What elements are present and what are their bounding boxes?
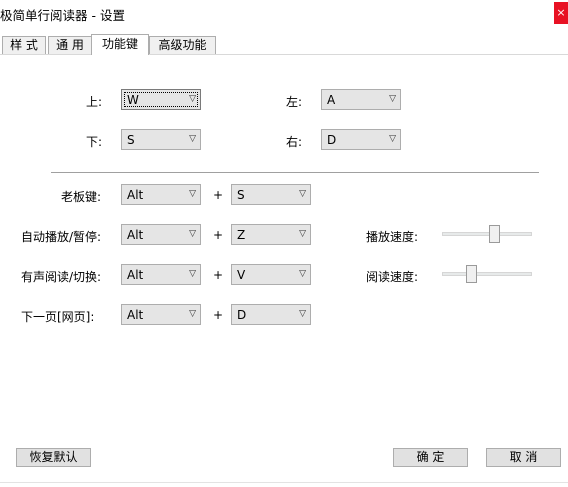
- voice-read-key-select[interactable]: V ▽: [231, 264, 311, 285]
- left-key-value: A: [327, 93, 336, 107]
- voice-read-modifier-select[interactable]: Alt ▽: [121, 264, 201, 285]
- slider-thumb[interactable]: [466, 265, 477, 283]
- up-key-select[interactable]: W ▽: [121, 89, 201, 110]
- auto-play-key-select[interactable]: Z ▽: [231, 224, 311, 245]
- down-label: 下:: [86, 135, 103, 149]
- modifier-value: Alt: [127, 188, 144, 202]
- modifier-value: Alt: [127, 228, 144, 242]
- restore-default-button[interactable]: 恢复默认: [16, 448, 91, 467]
- play-speed-slider[interactable]: [442, 224, 532, 244]
- modifier-value: Alt: [127, 308, 144, 322]
- plus-sign: +: [213, 188, 224, 202]
- tab-hotkeys[interactable]: 功能键: [91, 34, 149, 55]
- plus-sign: +: [213, 228, 224, 242]
- chevron-down-icon: ▽: [189, 229, 196, 239]
- auto-play-modifier-select[interactable]: Alt ▽: [121, 224, 201, 245]
- tab-advanced[interactable]: 高级功能: [149, 36, 216, 55]
- down-key-select[interactable]: S ▽: [121, 129, 201, 150]
- boss-key-modifier-select[interactable]: Alt ▽: [121, 184, 201, 205]
- tab-panel-border: [0, 54, 568, 55]
- plus-sign: +: [213, 308, 224, 322]
- boss-key-key-select[interactable]: S ▽: [231, 184, 311, 205]
- tab-general[interactable]: 通 用: [48, 36, 92, 55]
- key-value: D: [237, 308, 247, 322]
- slider-track: [442, 232, 532, 236]
- key-value: Z: [237, 228, 246, 242]
- chevron-down-icon: ▽: [189, 189, 196, 199]
- chevron-down-icon: ▽: [189, 269, 196, 279]
- key-value: S: [237, 188, 245, 202]
- title-bar: 极简单行阅读器 - 设置 ×: [0, 0, 568, 26]
- next-page-label: 下一页[网页]:: [21, 310, 95, 324]
- chevron-down-icon: ▽: [299, 269, 306, 279]
- cancel-button[interactable]: 取 消: [486, 448, 561, 467]
- modifier-value: Alt: [127, 268, 144, 282]
- play-speed-label: 播放速度:: [366, 230, 419, 244]
- boss-key-label: 老板键:: [61, 190, 102, 204]
- tab-strip: 样 式 通 用 功能键 高级功能: [0, 34, 568, 55]
- chevron-down-icon: ▽: [189, 134, 196, 144]
- chevron-down-icon: ▽: [389, 134, 396, 144]
- chevron-down-icon: ▽: [389, 94, 396, 104]
- next-page-modifier-select[interactable]: Alt ▽: [121, 304, 201, 325]
- ok-button[interactable]: 确 定: [393, 448, 468, 467]
- left-label: 左:: [286, 95, 303, 109]
- section-divider: [51, 172, 539, 173]
- plus-sign: +: [213, 268, 224, 282]
- right-label: 右:: [286, 135, 303, 149]
- window-title: 极简单行阅读器 - 设置: [0, 8, 125, 23]
- right-key-value: D: [327, 133, 337, 147]
- chevron-down-icon: ▽: [299, 229, 306, 239]
- voice-read-label: 有声阅读/切换:: [21, 270, 102, 284]
- tab-style[interactable]: 样 式: [2, 36, 46, 55]
- right-key-select[interactable]: D ▽: [321, 129, 401, 150]
- next-page-key-select[interactable]: D ▽: [231, 304, 311, 325]
- auto-play-label: 自动播放/暂停:: [21, 230, 102, 244]
- chevron-down-icon: ▽: [299, 309, 306, 319]
- window-bottom-edge: [0, 482, 568, 483]
- close-icon[interactable]: ×: [554, 2, 568, 24]
- up-label: 上:: [86, 95, 103, 109]
- left-key-select[interactable]: A ▽: [321, 89, 401, 110]
- key-value: V: [237, 268, 246, 282]
- down-key-value: S: [127, 133, 135, 147]
- read-speed-label: 阅读速度:: [366, 270, 419, 284]
- chevron-down-icon: ▽: [189, 94, 196, 104]
- chevron-down-icon: ▽: [299, 189, 306, 199]
- slider-track: [442, 272, 532, 276]
- read-speed-slider[interactable]: [442, 264, 532, 284]
- chevron-down-icon: ▽: [189, 309, 196, 319]
- up-key-value: W: [127, 93, 139, 107]
- slider-thumb[interactable]: [489, 225, 500, 243]
